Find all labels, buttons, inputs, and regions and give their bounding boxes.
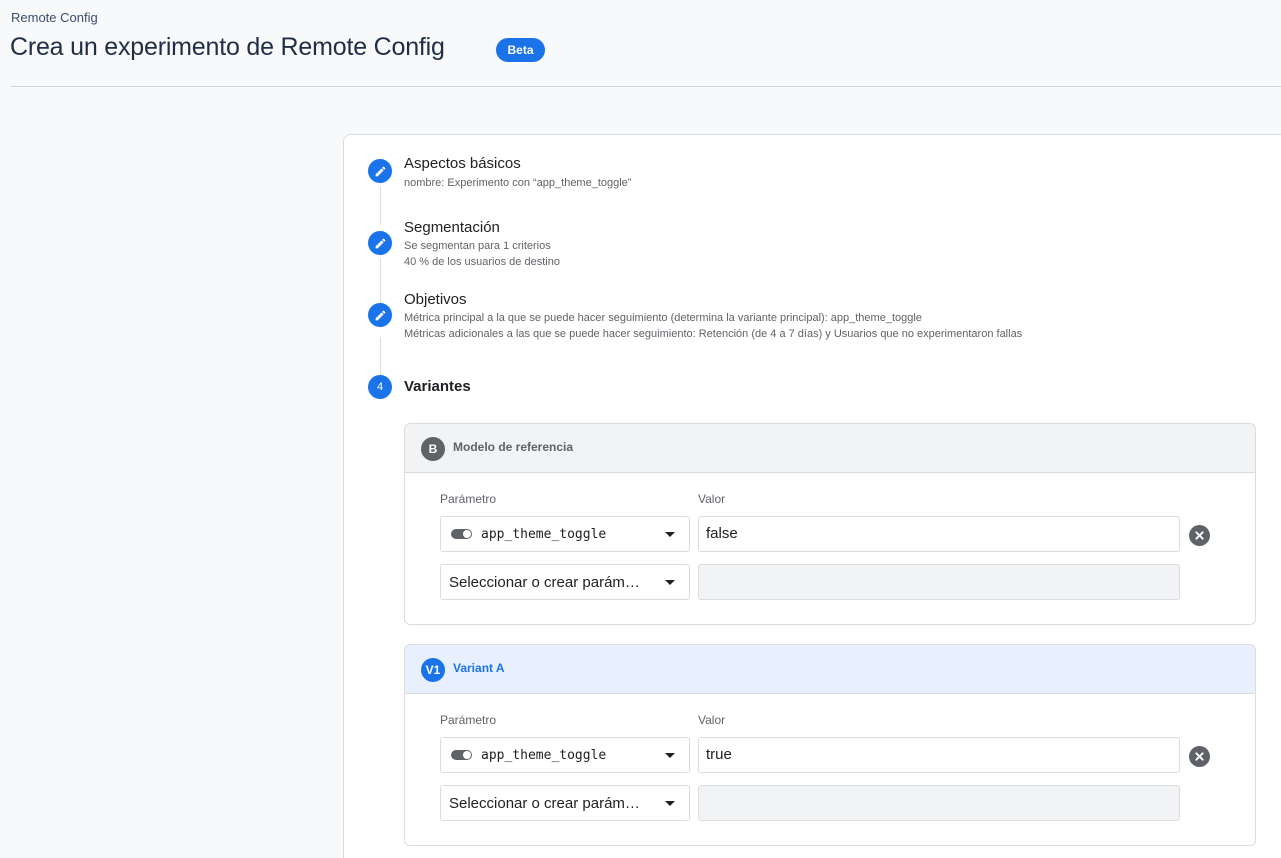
parameter-select[interactable]: app_theme_toggle [440,516,690,552]
step-targeting-summary-1: Se segmentan para 1 criterios [404,240,551,252]
variant-name[interactable]: Variant A [453,661,505,675]
variant-header: V1 Variant A [405,645,1255,694]
new-parameter-select[interactable]: Seleccionar o crear parám… [440,785,690,821]
step-connector [380,187,381,225]
step-goals-summary-2: Métricas adicionales a las que se puede … [404,328,1023,340]
step-goals-title[interactable]: Objetivos [404,291,467,308]
parameter-select-value: app_theme_toggle [481,526,607,542]
step-basics-title[interactable]: Aspectos básicos [404,155,521,172]
value-input[interactable]: true [698,737,1180,773]
header-divider [11,86,1281,87]
edit-step-goals-icon[interactable] [368,303,392,327]
step-connector [380,337,381,375]
step-targeting-summary-2: 40 % de los usuarios de destino [404,256,560,268]
parameter-select-value: app_theme_toggle [481,747,607,763]
variant-name: Modelo de referencia [453,440,574,454]
new-value-input-disabled [698,564,1180,600]
parameter-column-label: Parámetro [440,713,497,727]
edit-step-basics-icon[interactable] [368,159,392,183]
edit-step-targeting-icon[interactable] [368,231,392,255]
breadcrumb[interactable]: Remote Config [11,10,98,25]
page-header: Remote Config Crea un experimento de Rem… [0,0,1281,100]
step-connector [380,259,381,305]
beta-badge: Beta [496,38,545,62]
variant-badge: B [421,437,445,461]
experiment-stepper-card: Aspectos básicos nombre: Experimento con… [343,134,1281,858]
dropdown-arrow-icon [665,753,675,758]
step-targeting-title[interactable]: Segmentación [404,219,500,236]
variant-card-a: V1 Variant A Parámetro Valor app_theme_t… [404,644,1256,846]
step-variants-title: Variantes [404,378,471,395]
step-basics-summary: nombre: Experimento con “app_theme_toggl… [404,177,632,189]
new-parameter-placeholder: Seleccionar o crear parám… [449,794,640,812]
dropdown-arrow-icon [665,801,675,806]
new-parameter-placeholder: Seleccionar o crear parám… [449,573,640,591]
step-number-badge: 4 [368,375,392,399]
value-column-label: Valor [698,492,726,506]
value-input[interactable]: false [698,516,1180,552]
boolean-toggle-icon [451,750,472,760]
variant-badge: V1 [421,658,445,682]
step-goals-summary-1: Métrica principal a la que se puede hace… [404,312,922,324]
parameter-select[interactable]: app_theme_toggle [440,737,690,773]
remove-parameter-icon[interactable] [1189,525,1210,546]
new-parameter-select[interactable]: Seleccionar o crear parám… [440,564,690,600]
remove-parameter-icon[interactable] [1189,746,1210,767]
page-title: Crea un experimento de Remote Config [10,33,445,61]
value-column-label: Valor [698,713,726,727]
variant-header: B Modelo de referencia [405,424,1255,473]
new-value-input-disabled [698,785,1180,821]
parameter-column-label: Parámetro [440,492,497,506]
dropdown-arrow-icon [665,532,675,537]
boolean-toggle-icon [451,529,472,539]
dropdown-arrow-icon [665,580,675,585]
variant-card-baseline: B Modelo de referencia Parámetro Valor a… [404,423,1256,625]
